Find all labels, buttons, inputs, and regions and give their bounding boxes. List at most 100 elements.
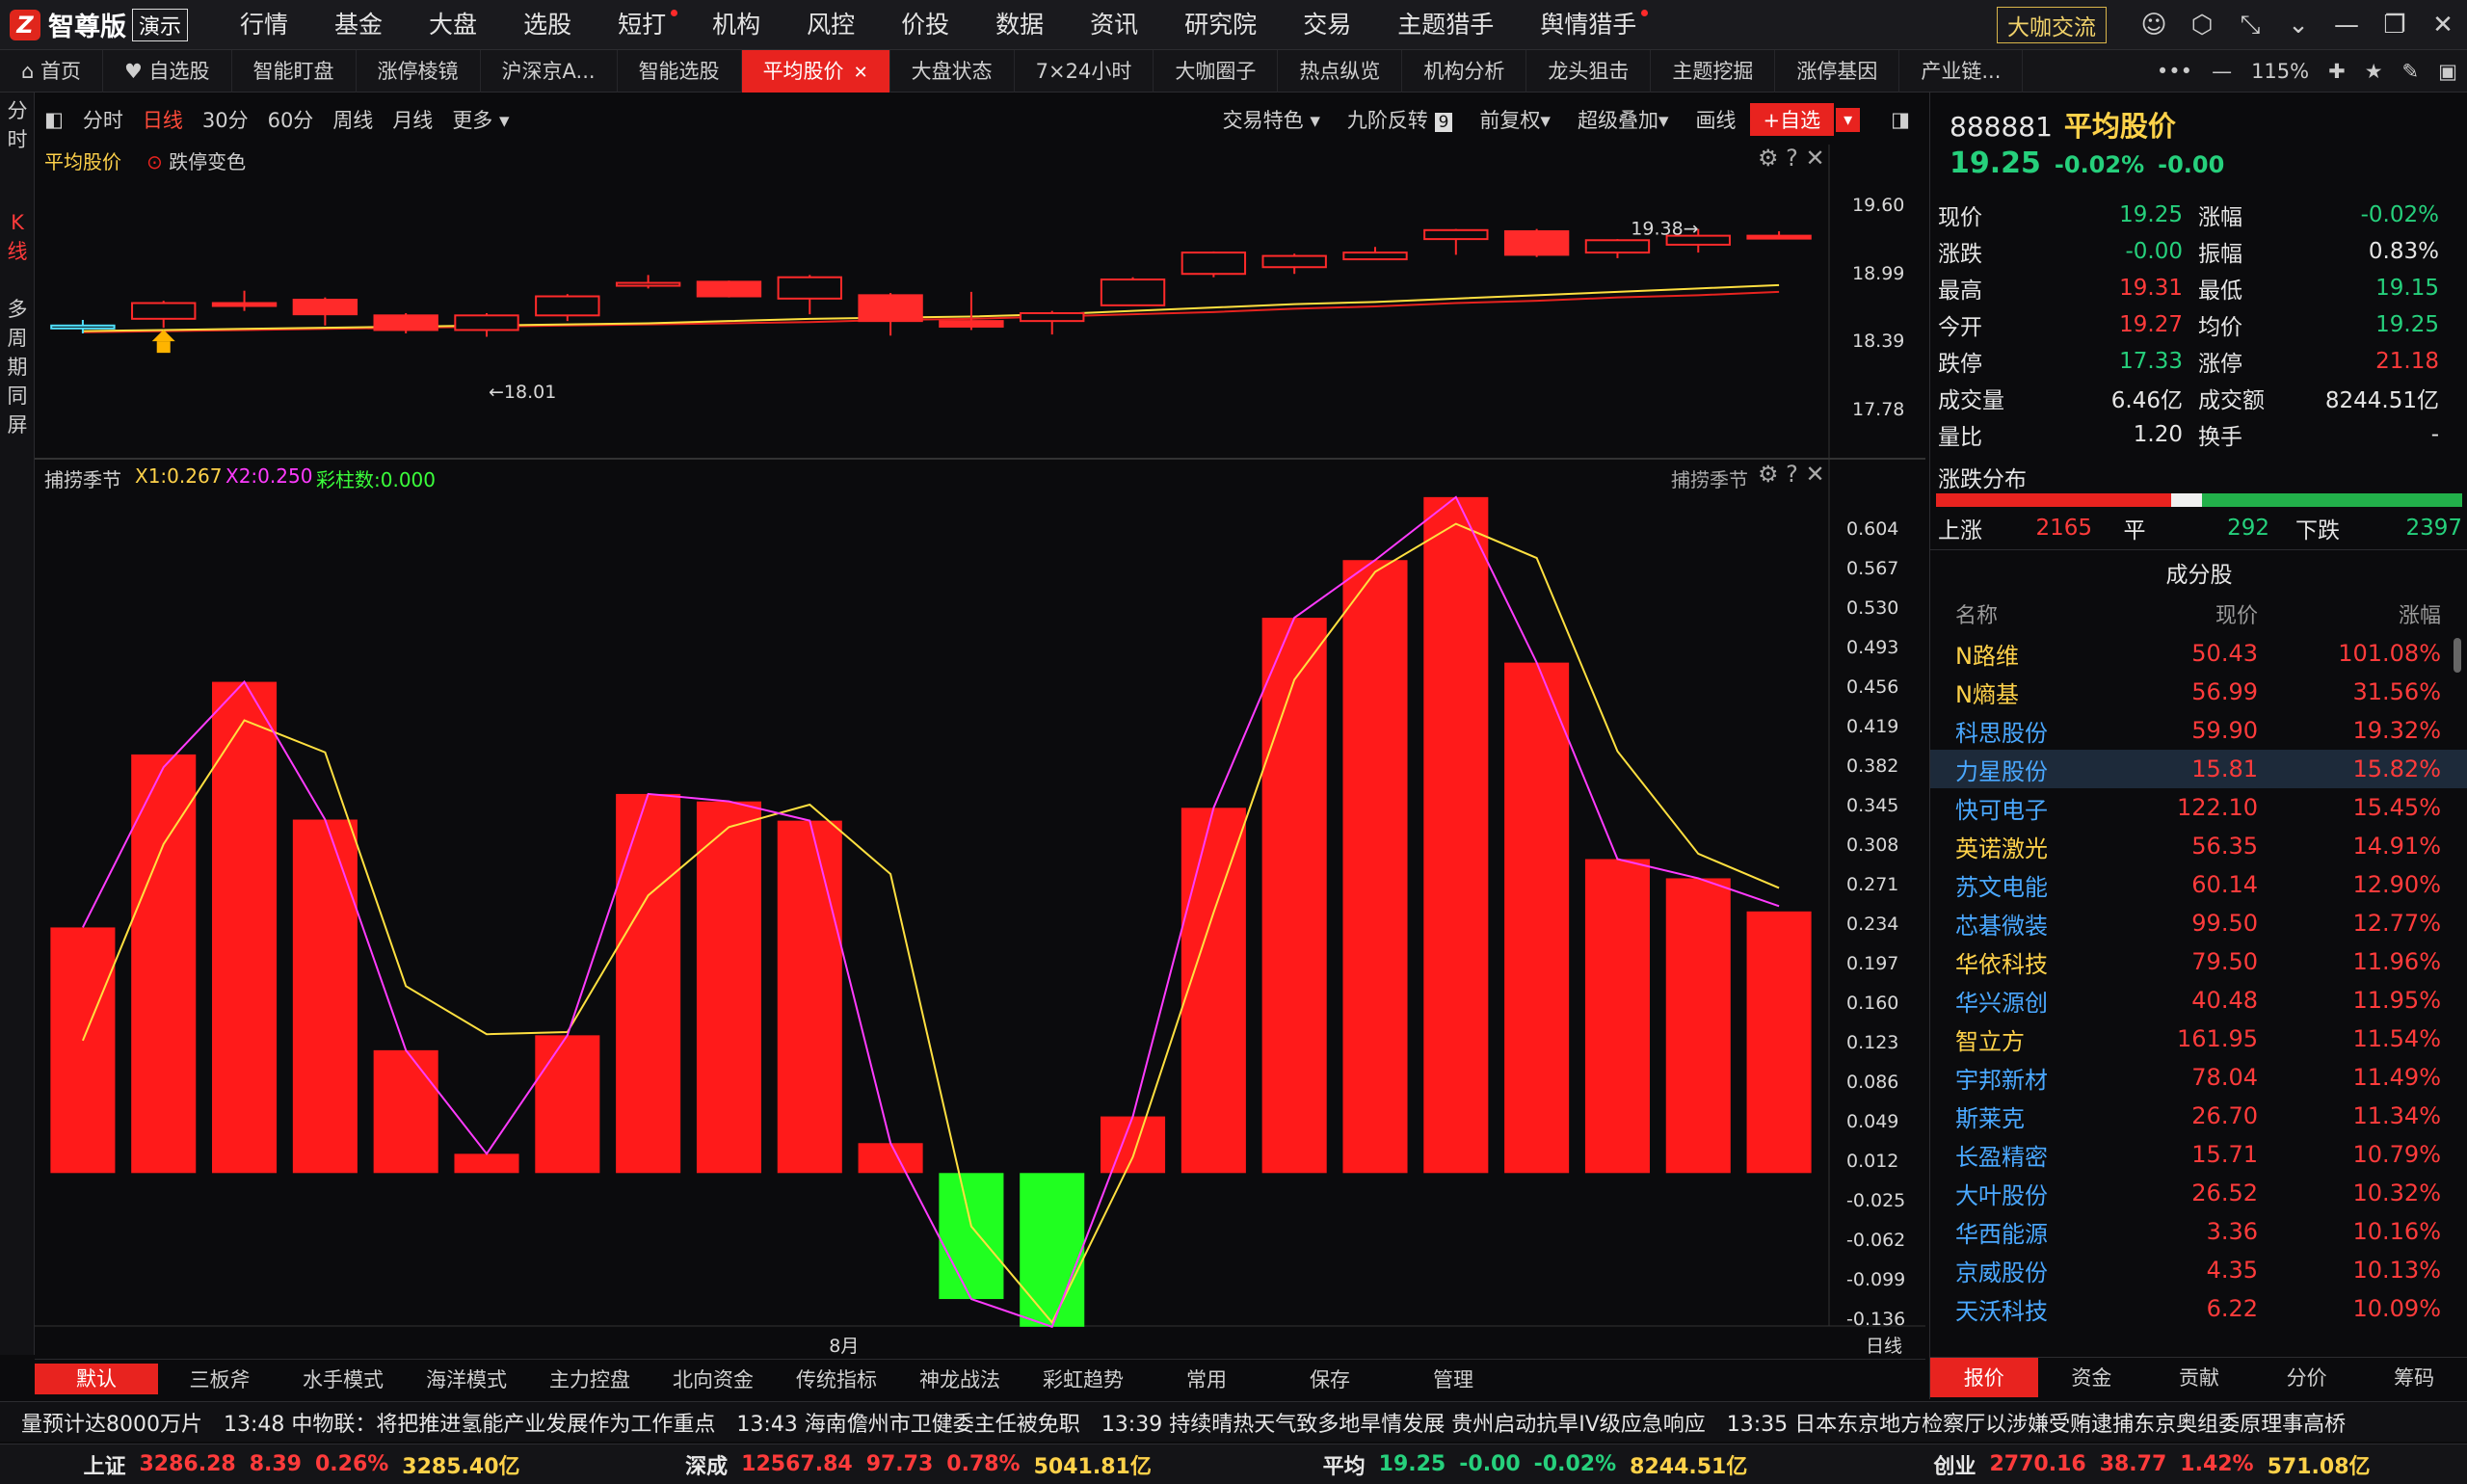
quote-tab[interactable]: 资金 bbox=[2038, 1358, 2146, 1397]
constituent-row[interactable]: N熵基 56.99 31.56% bbox=[1930, 673, 2467, 711]
tool-adjust[interactable]: 前复权▾ bbox=[1466, 105, 1564, 134]
quote-tab[interactable]: 筹码 bbox=[2360, 1358, 2467, 1397]
indicator-tab[interactable]: 保存 bbox=[1268, 1365, 1392, 1393]
menu-item[interactable]: 舆情猎手 bbox=[1517, 0, 1659, 50]
menu-item[interactable]: 行情 bbox=[217, 0, 311, 50]
tool-trade-feature[interactable]: 交易特色 ▾ bbox=[1209, 105, 1334, 134]
user-icon[interactable]: ☺ bbox=[2130, 11, 2178, 40]
period-tab[interactable]: 周线 bbox=[323, 105, 383, 134]
constituent-row[interactable]: 宇邦新材 78.04 11.49% bbox=[1930, 1058, 2467, 1097]
side-tab-multi-period[interactable]: 多 周 期 同 屏 bbox=[0, 295, 35, 439]
indicator-tab[interactable]: 三板斧 bbox=[158, 1365, 281, 1393]
tab-item[interactable]: 大盘状态 bbox=[890, 49, 1015, 93]
zoom-out-icon[interactable]: — bbox=[2202, 60, 2242, 83]
period-tab[interactable]: 60分 bbox=[258, 105, 324, 134]
menu-item[interactable]: 研究院 bbox=[1161, 0, 1280, 50]
constituent-row[interactable]: 科思股份 59.90 19.32% bbox=[1930, 711, 2467, 750]
quote-tab[interactable]: 分价 bbox=[2253, 1358, 2361, 1397]
quote-tab[interactable]: 贡献 bbox=[2145, 1358, 2253, 1397]
news-item[interactable]: 13:39 持续晴热天气致多地旱情发展 贵州启动抗旱IV级应急响应 bbox=[1101, 1407, 1706, 1438]
constituent-row[interactable]: 力星股份 15.81 15.82% bbox=[1930, 750, 2467, 788]
star-icon[interactable]: ★ bbox=[2355, 60, 2393, 83]
index-item[interactable]: 平均 19.25 -0.00 -0.02% 8244.51亿 bbox=[1234, 1449, 1850, 1480]
tab-item[interactable]: ⌂ 首页 bbox=[0, 49, 104, 93]
news-item[interactable]: 量预计达8000万片 bbox=[21, 1407, 202, 1438]
tab-item[interactable]: 平均股价 ✕ bbox=[741, 49, 890, 93]
tab-item[interactable]: 主题挖掘 bbox=[1651, 49, 1776, 93]
constituent-row[interactable]: 苏文电能 60.14 12.90% bbox=[1930, 865, 2467, 904]
close-icon[interactable]: ✕ bbox=[854, 63, 868, 83]
constituent-row[interactable]: 芯碁微装 99.50 12.77% bbox=[1930, 904, 2467, 942]
column-header-name[interactable]: 名称 bbox=[1930, 598, 2113, 629]
tab-item[interactable]: 涨停棱镜 bbox=[357, 49, 481, 93]
period-tab[interactable]: 30分 bbox=[193, 105, 258, 134]
indicator-tab[interactable]: 水手模式 bbox=[281, 1365, 405, 1393]
side-tab-fenshi[interactable]: 分 时 bbox=[0, 96, 35, 154]
layout-icon[interactable]: ▣ bbox=[2428, 60, 2467, 83]
indicator-tab[interactable]: 管理 bbox=[1392, 1365, 1515, 1393]
menu-item[interactable]: 价投 bbox=[878, 0, 972, 50]
pen-icon[interactable]: ✎ bbox=[2393, 60, 2429, 83]
menu-item[interactable]: 交易 bbox=[1280, 0, 1374, 50]
tab-item[interactable]: 涨停基因 bbox=[1775, 49, 1900, 93]
menu-item[interactable]: 数据 bbox=[972, 0, 1067, 50]
indicator-tab[interactable]: 传统指标 bbox=[775, 1365, 898, 1393]
menu-item[interactable]: 资讯 bbox=[1067, 0, 1161, 50]
constituent-row[interactable]: 斯莱克 26.70 11.34% bbox=[1930, 1097, 2467, 1135]
tab-item[interactable]: ♥ 自选股 bbox=[103, 49, 232, 93]
constituent-row[interactable]: 华兴源创 40.48 11.95% bbox=[1930, 981, 2467, 1020]
quote-tab[interactable]: 报价 bbox=[1930, 1358, 2038, 1397]
period-tab[interactable]: 分时 bbox=[73, 105, 133, 134]
menu-item[interactable]: 短打 bbox=[595, 0, 689, 50]
menu-item[interactable]: 机构 bbox=[689, 0, 783, 50]
settings-icon[interactable]: ⬡ bbox=[2178, 11, 2226, 40]
indicator-tab[interactable]: 默认 bbox=[35, 1363, 158, 1394]
tab-item[interactable]: 沪深京A... bbox=[481, 49, 618, 93]
chevron-down-icon[interactable]: ⌄ bbox=[2274, 11, 2322, 40]
side-tab-kline[interactable]: K 线 bbox=[0, 208, 35, 266]
indicator-tab[interactable]: 海洋模式 bbox=[405, 1365, 528, 1393]
constituent-row[interactable]: 华西能源 3.36 10.16% bbox=[1930, 1212, 2467, 1251]
index-item[interactable]: 上证 3286.28 8.39 0.26% 3285.40亿 bbox=[0, 1449, 617, 1480]
side-panel-toggle-icon[interactable]: ◨ bbox=[1877, 108, 1923, 131]
index-item[interactable]: 深成 12567.84 97.73 0.78% 5041.81亿 bbox=[617, 1449, 1234, 1480]
tool-overlay[interactable]: 超级叠加▾ bbox=[1564, 105, 1683, 134]
column-header-pct[interactable]: 涨幅 bbox=[2258, 598, 2441, 629]
news-item[interactable]: 13:35 日本东京地方检察厅以涉嫌受贿逮捕东京奥组委原理事高桥 bbox=[1727, 1407, 2346, 1438]
tab-item[interactable]: 智能选股 bbox=[618, 49, 742, 93]
indicator-tab[interactable]: 常用 bbox=[1145, 1365, 1268, 1393]
menu-item[interactable]: 基金 bbox=[311, 0, 406, 50]
restore-icon[interactable]: ❐ bbox=[2371, 11, 2419, 40]
constituent-row[interactable]: 天沃科技 6.22 10.09% bbox=[1930, 1289, 2467, 1328]
more-icon[interactable]: ••• bbox=[2147, 60, 2202, 83]
news-item[interactable]: 13:43 海南儋州市卫健委主任被免职 bbox=[736, 1407, 1079, 1438]
indicator-tab[interactable]: 主力控盘 bbox=[528, 1365, 651, 1393]
add-favorite-button[interactable]: +自选 bbox=[1749, 103, 1835, 136]
news-item[interactable]: 13:48 中物联：将把推进氢能产业发展作为工作重点 bbox=[224, 1407, 715, 1438]
constituent-row[interactable]: N路维 50.43 101.08% bbox=[1930, 634, 2467, 673]
tab-item[interactable]: 热点纵览 bbox=[1278, 49, 1403, 93]
tool-nine-reversal[interactable]: 九阶反转 9 bbox=[1334, 105, 1467, 134]
constituent-row[interactable]: 京威股份 4.35 10.13% bbox=[1930, 1251, 2467, 1289]
tab-item[interactable]: 7×24小时 bbox=[1015, 49, 1154, 93]
close-icon[interactable]: ✕ bbox=[2419, 11, 2467, 40]
minimize-icon[interactable]: — bbox=[2322, 11, 2371, 40]
menu-item[interactable]: 主题猎手 bbox=[1374, 0, 1517, 50]
constituent-row[interactable]: 快可电子 122.10 15.45% bbox=[1930, 788, 2467, 827]
menu-item[interactable]: 选股 bbox=[500, 0, 595, 50]
constituent-row[interactable]: 大叶股份 26.52 10.32% bbox=[1930, 1174, 2467, 1212]
constituent-row[interactable]: 英诺激光 56.35 14.91% bbox=[1930, 827, 2467, 865]
constituent-row[interactable]: 华依科技 79.50 11.96% bbox=[1930, 942, 2467, 981]
index-item[interactable]: 创业 2770.16 38.77 1.42% 571.08亿 bbox=[1850, 1449, 2467, 1480]
expert-chat-button[interactable]: 大咖交流 bbox=[1997, 7, 2107, 43]
tool-draw[interactable]: 画线 bbox=[1683, 105, 1750, 134]
shrink-icon[interactable]: ⤡ bbox=[2226, 11, 2274, 40]
constituent-row[interactable]: 智立方 161.95 11.54% bbox=[1930, 1020, 2467, 1058]
tab-item[interactable]: 机构分析 bbox=[1402, 49, 1527, 93]
indicator-tab[interactable]: 神龙战法 bbox=[898, 1365, 1021, 1393]
zoom-in-icon[interactable]: ✚ bbox=[2319, 60, 2355, 83]
tab-item[interactable]: 大咖圈子 bbox=[1154, 49, 1279, 93]
period-tab[interactable]: 日线 bbox=[133, 105, 193, 134]
period-tab[interactable]: 更多 ▾ bbox=[442, 105, 518, 134]
period-tab[interactable]: 月线 bbox=[383, 105, 442, 134]
